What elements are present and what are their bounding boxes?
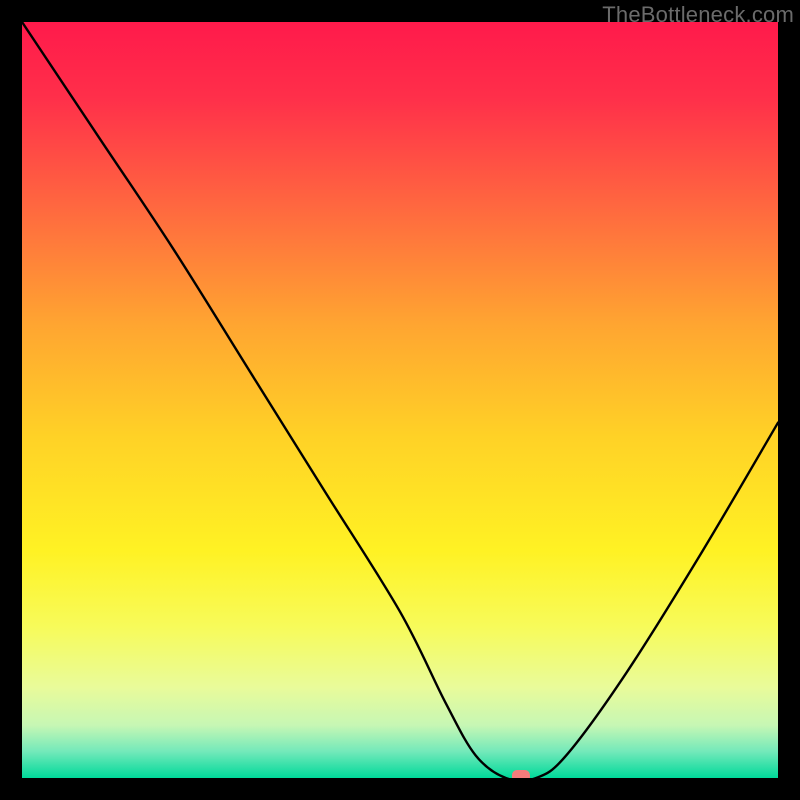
plot-area <box>22 22 778 778</box>
gradient-background <box>22 22 778 778</box>
chart-svg <box>22 22 778 778</box>
watermark-text: TheBottleneck.com <box>602 2 794 28</box>
optimum-marker <box>512 770 530 778</box>
chart-frame: TheBottleneck.com <box>0 0 800 800</box>
